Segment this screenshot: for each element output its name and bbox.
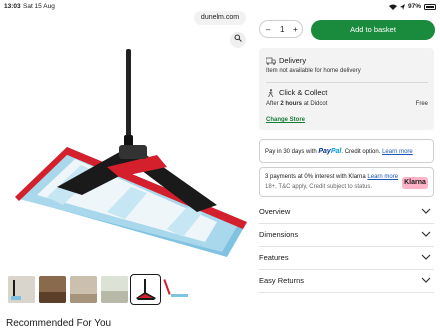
- thumbnail-strip: [8, 274, 190, 305]
- mop-product-image: [15, 49, 247, 257]
- accordion-label: Dimensions: [259, 230, 299, 239]
- delivery-panel: Delivery Item not available for home del…: [259, 48, 434, 130]
- accordion-easy-returns[interactable]: Easy Returns: [259, 270, 434, 293]
- delivery-title-text: Delivery: [279, 56, 307, 65]
- klarna-banner: 3 payments at 0% interest with Klarna Le…: [259, 167, 434, 197]
- delivery-divider: [266, 82, 428, 83]
- quantity-stepper[interactable]: – 1 +: [259, 20, 303, 38]
- status-time: 13:03: [4, 3, 21, 10]
- mop-handle: [126, 49, 131, 139]
- person-walking-icon: [268, 89, 274, 98]
- thumbnail-2[interactable]: [39, 276, 66, 303]
- chevron-down-icon: [421, 254, 431, 260]
- paypal-logo-pay: Pay: [318, 148, 331, 155]
- truck-icon: [266, 57, 276, 65]
- collect-price: Free: [415, 101, 428, 107]
- paypal-logo: PayPal: [318, 148, 341, 155]
- add-to-basket-button[interactable]: Add to basket: [311, 20, 435, 40]
- collect-store: at Didcot: [303, 101, 328, 107]
- paypal-text-before: Pay in 30 days with: [265, 149, 317, 155]
- klarna-offer-text: 3 payments at 0% interest with Klarna: [265, 174, 366, 180]
- paypal-learn-more-link[interactable]: Learn more: [382, 149, 413, 155]
- thumbnail-5[interactable]: [130, 274, 161, 305]
- klarna-logo: Klarna: [402, 177, 428, 189]
- paypal-text-after: . Credit option.: [341, 149, 381, 155]
- thumbnail-1[interactable]: [8, 276, 35, 303]
- accordion-overview[interactable]: Overview: [259, 201, 434, 224]
- delivery-status: Item not available for home delivery: [266, 68, 361, 74]
- collect-hours: 2 hours: [280, 101, 303, 107]
- accordion-dimensions[interactable]: Dimensions: [259, 224, 434, 247]
- magnifier-icon: [234, 34, 242, 42]
- purchase-row: – 1 + Add to basket: [259, 8, 439, 40]
- collect-time: After 2 hours at Didcot: [266, 101, 327, 107]
- klarna-line1: 3 payments at 0% interest with Klarna Le…: [265, 174, 398, 180]
- zoom-icon[interactable]: [230, 32, 246, 48]
- accordion-label: Easy Returns: [259, 276, 305, 285]
- recommended-heading: Recommended For You: [6, 318, 112, 329]
- click-collect-title: Click & Collect: [266, 88, 328, 98]
- change-store-link[interactable]: Change Store: [266, 117, 305, 123]
- accordion-label: Overview: [259, 207, 291, 216]
- paypal-credit-banner: Pay in 30 days with PayPal. Credit optio…: [259, 139, 434, 163]
- status-date: Sat 15 Aug: [23, 3, 55, 10]
- click-collect-title-text: Click & Collect: [279, 88, 328, 97]
- delivery-title: Delivery: [266, 56, 306, 65]
- chevron-down-icon: [421, 231, 431, 237]
- accordion-label: Features: [259, 253, 289, 262]
- chevron-down-icon: [421, 208, 431, 214]
- thumbnail-3[interactable]: [70, 276, 97, 303]
- qty-minus-button[interactable]: –: [266, 25, 270, 34]
- chevron-down-icon: [421, 277, 431, 283]
- thumbnail-4[interactable]: [101, 276, 128, 303]
- thumbnail-6[interactable]: [163, 276, 190, 303]
- klarna-terms: 18+, T&C apply, Credit subject to status…: [265, 184, 372, 190]
- url-bar[interactable]: dunelm.com: [194, 11, 246, 25]
- accordion-features[interactable]: Features: [259, 247, 434, 270]
- qty-plus-button[interactable]: +: [293, 25, 298, 34]
- paypal-logo-pal: Pal: [330, 148, 342, 155]
- collect-after: After: [266, 101, 279, 107]
- qty-value: 1: [280, 25, 285, 34]
- product-image-main[interactable]: [7, 27, 252, 269]
- klarna-learn-more-link[interactable]: Learn more: [367, 174, 398, 180]
